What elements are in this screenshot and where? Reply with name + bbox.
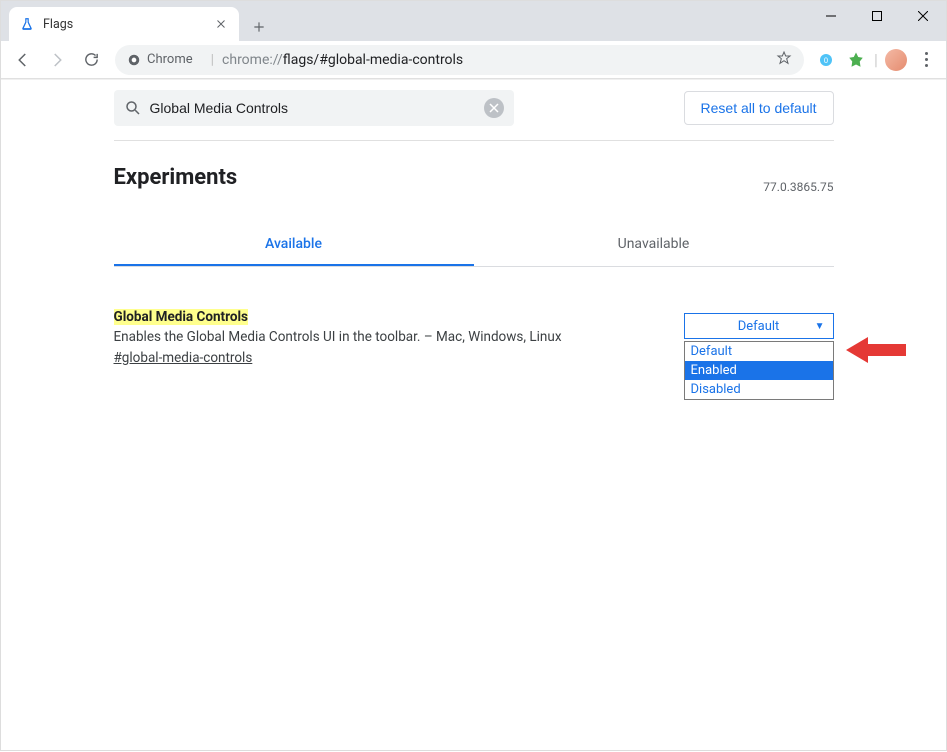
flags-tabs: Available Unavailable (114, 224, 834, 267)
page-viewport[interactable]: Reset all to default Experiments 77.0.38… (1, 79, 946, 752)
flag-anchor-link[interactable]: #global-media-controls (114, 350, 253, 366)
flags-search-box[interactable] (114, 90, 514, 126)
toolbar-separator: | (872, 46, 880, 74)
flag-select[interactable]: Default ▼ (684, 313, 834, 339)
page-title: Experiments (114, 141, 238, 194)
reset-all-button[interactable]: Reset all to default (684, 91, 834, 125)
version-label: 77.0.3865.75 (763, 180, 833, 194)
search-icon (124, 99, 142, 117)
browser-tab[interactable]: Flags (9, 7, 239, 41)
titlebar: Flags (1, 1, 946, 41)
site-chip[interactable]: Chrome (127, 52, 193, 67)
chrome-icon (127, 53, 141, 67)
close-icon[interactable] (213, 16, 229, 32)
flags-search-input[interactable] (142, 100, 484, 116)
flag-select-dropdown: Default Enabled Disabled (684, 341, 834, 400)
extension-icons: 0 | (812, 46, 940, 74)
new-tab-button[interactable] (245, 13, 273, 41)
flag-select-value: Default (738, 319, 780, 334)
flask-icon (19, 16, 35, 32)
extension-icon-2[interactable] (842, 46, 870, 74)
svg-text:0: 0 (824, 56, 828, 65)
tab-unavailable[interactable]: Unavailable (474, 224, 834, 266)
maximize-button[interactable] (854, 1, 900, 31)
tab-available[interactable]: Available (114, 224, 474, 266)
omnibox-url: chrome://flags/#global-media-controls (222, 52, 463, 68)
flag-option-enabled[interactable]: Enabled (685, 361, 833, 380)
browser-toolbar: Chrome | chrome://flags/#global-media-co… (1, 41, 946, 79)
flag-row: Global Media Controls Enables the Global… (114, 267, 834, 368)
clear-search-icon[interactable] (484, 98, 504, 118)
omnibox-separator: | (211, 52, 214, 68)
minimize-button[interactable] (808, 1, 854, 31)
tab-title: Flags (43, 17, 213, 32)
menu-button[interactable] (912, 52, 940, 67)
window-controls (808, 1, 946, 31)
forward-button[interactable] (41, 44, 73, 76)
omnibox[interactable]: Chrome | chrome://flags/#global-media-co… (115, 45, 804, 75)
flag-option-disabled[interactable]: Disabled (685, 380, 833, 399)
extension-icon-1[interactable]: 0 (812, 46, 840, 74)
flag-option-default[interactable]: Default (685, 342, 833, 361)
tab-strip: Flags (1, 1, 273, 41)
close-window-button[interactable] (900, 1, 946, 31)
back-button[interactable] (7, 44, 39, 76)
bookmark-star-icon[interactable] (776, 50, 792, 70)
chevron-down-icon: ▼ (815, 321, 825, 332)
annotation-arrow-icon (846, 337, 906, 363)
reload-button[interactable] (75, 44, 107, 76)
flag-description: Enables the Global Media Controls UI in … (114, 329, 562, 345)
site-label: Chrome (147, 52, 193, 67)
profile-avatar[interactable] (882, 46, 910, 74)
flag-title: Global Media Controls (114, 309, 248, 325)
